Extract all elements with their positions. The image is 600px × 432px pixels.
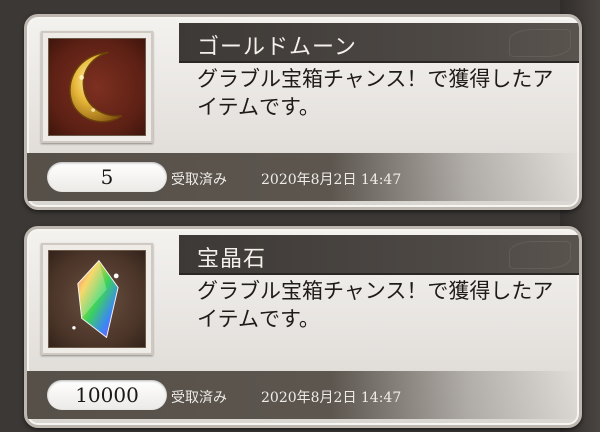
item-count: 10000: [47, 380, 167, 410]
item-description: グラブル宝箱チャンス！で獲得したアイテムです。: [197, 279, 554, 331]
crystal-icon: [48, 250, 146, 348]
gold-moon-icon: [48, 38, 146, 136]
received-status: 受取済み: [171, 390, 227, 406]
received-status: 受取済み: [171, 172, 227, 188]
item-footer: 5 受取済み 2020年8月2日 14:47: [27, 153, 579, 201]
item-card[interactable]: 宝晶石 グラブル宝箱チャンス！で獲得したアイテムです。 10000 受取済み 2…: [24, 226, 582, 428]
received-date: 2020年8月2日 14:47: [261, 390, 402, 406]
item-icon-frame: [41, 243, 153, 355]
item-card[interactable]: ゴールドムーン グラブル宝箱チャンス！で獲得したアイテムです。 5 受取済み 2…: [24, 14, 582, 210]
item-name: 宝晶石: [197, 247, 267, 272]
item-icon-frame: [41, 31, 153, 143]
item-footer: 10000 受取済み 2020年8月2日 14:47: [27, 371, 579, 419]
received-date: 2020年8月2日 14:47: [261, 172, 402, 188]
item-name: ゴールドムーン: [197, 35, 357, 60]
item-title-band: 宝晶石: [179, 235, 579, 275]
item-title-band: ゴールドムーン: [179, 23, 579, 63]
item-count: 5: [47, 162, 167, 192]
item-description: グラブル宝箱チャンス！で獲得したアイテムです。: [197, 67, 554, 119]
